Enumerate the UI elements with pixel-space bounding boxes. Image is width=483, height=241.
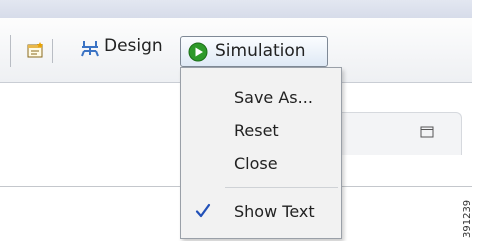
play-icon bbox=[188, 42, 208, 66]
checkmark-icon bbox=[195, 203, 211, 223]
window-add-icon[interactable] bbox=[27, 42, 45, 62]
toolbar-separator bbox=[52, 39, 53, 63]
simulation-label: Simulation bbox=[215, 41, 306, 61]
toolbar-separator bbox=[10, 35, 11, 67]
menu-separator bbox=[225, 187, 338, 188]
figure-id: 391239 bbox=[462, 199, 473, 238]
design-nodes-icon bbox=[80, 38, 100, 62]
restore-icon[interactable] bbox=[420, 123, 434, 142]
design-label: Design bbox=[104, 36, 163, 56]
menu-item-show-text[interactable]: Show Text bbox=[234, 202, 315, 222]
simulation-menu: Save As... Reset Close Show Text bbox=[180, 67, 342, 239]
window-top-strip bbox=[0, 0, 472, 18]
menu-item-save-as[interactable]: Save As... bbox=[234, 88, 313, 108]
menu-item-reset[interactable]: Reset bbox=[234, 121, 279, 141]
menu-item-close[interactable]: Close bbox=[234, 154, 278, 174]
